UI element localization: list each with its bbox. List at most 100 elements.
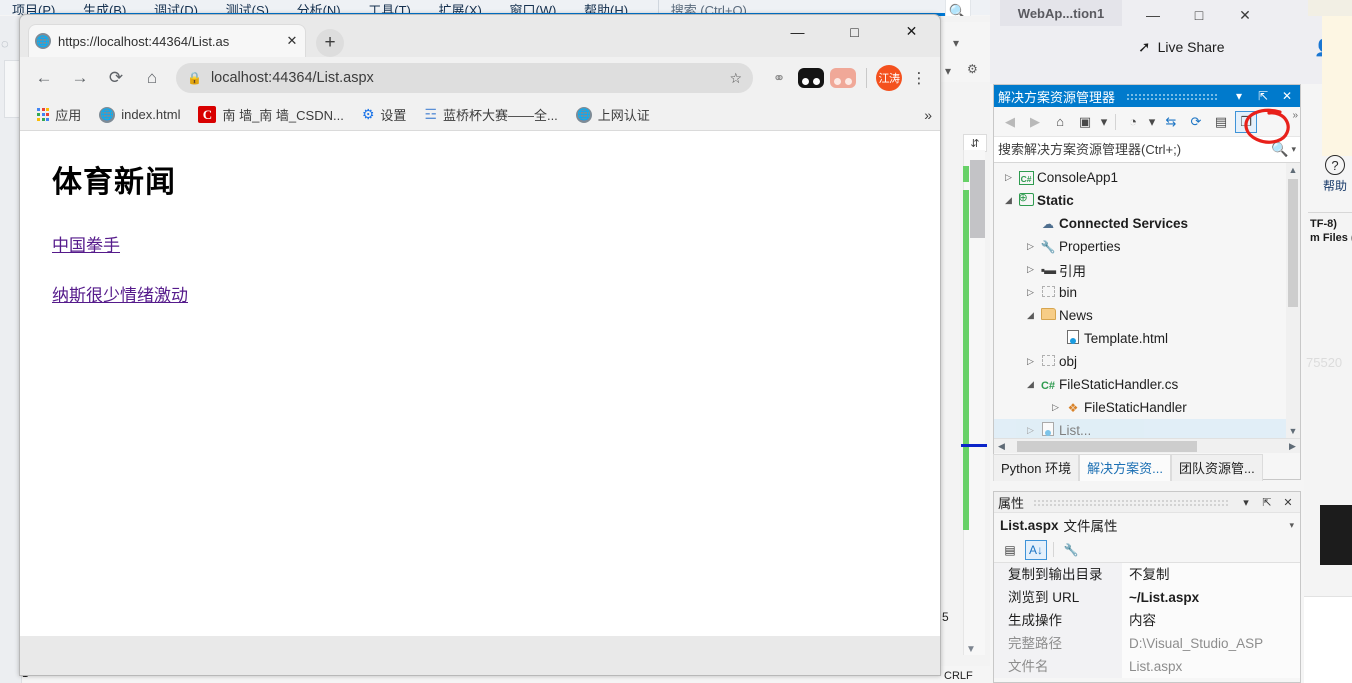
solution-explorer-search[interactable]: 🔍 ▾	[994, 137, 1300, 163]
maximize-button[interactable]: □	[826, 15, 883, 48]
forward-icon[interactable]: ▶	[1024, 111, 1046, 133]
tree-item-references[interactable]: ▷ ▪▬ 引用	[994, 258, 1300, 281]
new-tab-button[interactable]: +	[316, 29, 344, 57]
pin-icon[interactable]: ⇱	[1259, 496, 1275, 509]
tree-item-filestatichandler-cs[interactable]: ◢ C# FileStaticHandler.cs	[994, 373, 1300, 396]
vs-maximize-button[interactable]: □	[1176, 0, 1222, 30]
tree-item-list-aspx[interactable]: ▷ List...	[994, 419, 1300, 438]
properties-object-selector[interactable]: List.aspx 文件属性 ▾	[994, 513, 1300, 537]
vs-close-button[interactable]: ✕	[1222, 0, 1268, 30]
property-value[interactable]: 不复制	[1122, 563, 1300, 586]
pending-changes-icon[interactable]: ◔	[1122, 111, 1144, 133]
property-value[interactable]: ~/List.aspx	[1122, 586, 1300, 609]
bookmark-apps[interactable]: 应用	[30, 102, 88, 127]
property-row[interactable]: 文件名 List.aspx	[994, 655, 1300, 678]
tree-vertical-scrollbar[interactable]: ▲ ▼	[1286, 163, 1300, 438]
chrome-menu-icon[interactable]: ⋮	[906, 71, 932, 86]
tab-solution-explorer[interactable]: 解决方案资...	[1079, 454, 1171, 481]
search-icon[interactable]: 🔍	[1268, 141, 1291, 158]
filter-icon[interactable]: ▾	[945, 64, 951, 78]
vs-minimize-button[interactable]: —	[1130, 0, 1176, 30]
preview-selected-items-icon[interactable]: ❐	[1235, 110, 1257, 133]
tree-item-template-html[interactable]: Template.html	[994, 327, 1300, 350]
expander-icon[interactable]: ▷	[1024, 356, 1037, 367]
bookmark-star-icon[interactable]: ☆	[729, 70, 742, 87]
bookmark-index-html[interactable]: 🌐 index.html	[92, 104, 187, 126]
chevron-down-icon[interactable]: ▾	[1289, 520, 1294, 531]
panel-dropdown-button[interactable]: ▾	[1238, 496, 1254, 509]
scroll-thumb[interactable]	[1288, 179, 1298, 307]
tree-item-filestatichandler-class[interactable]: ▷ ❖ FileStaticHandler	[994, 396, 1300, 419]
bookmarks-overflow-icon[interactable]: »	[924, 107, 932, 123]
expander-icon[interactable]: ◢	[1024, 379, 1037, 390]
sync-with-document-icon[interactable]: ⇆	[1160, 111, 1182, 133]
chevron-down-icon[interactable]: ▾	[1099, 111, 1109, 133]
tree-horizontal-scrollbar[interactable]: ◀ ▶	[994, 438, 1300, 453]
show-all-files-icon[interactable]: ▤	[1210, 111, 1232, 133]
live-share-button[interactable]: ➚ Live Share	[1138, 38, 1225, 56]
tree-item-obj[interactable]: ▷ obj	[994, 350, 1300, 373]
tab-python-environments[interactable]: Python 环境	[993, 454, 1080, 481]
property-value[interactable]: 内容	[1122, 609, 1300, 632]
home-icon[interactable]: ⌂	[136, 62, 168, 94]
drag-handle-dots[interactable]	[1033, 498, 1229, 506]
news-link-1[interactable]: 中国拳手	[52, 231, 940, 256]
close-button[interactable]: ✕	[883, 15, 940, 48]
drag-handle-dots[interactable]	[1126, 92, 1219, 100]
minimize-button[interactable]: —	[769, 15, 826, 48]
hscroll-thumb[interactable]	[1017, 440, 1197, 452]
toolbar-overflow-icon[interactable]: »	[1292, 110, 1298, 121]
back-icon[interactable]: ◀	[999, 111, 1021, 133]
tree-item-news[interactable]: ◢ News	[994, 304, 1300, 327]
extension-pink-icon[interactable]	[829, 64, 857, 92]
tree-item-connected-services[interactable]: ☁ Connected Services	[994, 212, 1300, 235]
tree-item-bin[interactable]: ▷ bin	[994, 281, 1300, 304]
collapse-all-icon[interactable]: ▣	[1074, 111, 1096, 133]
pin-icon[interactable]: ⇱	[1254, 89, 1272, 103]
property-row[interactable]: 完整路径 D:\Visual_Studio_ASP	[994, 632, 1300, 655]
extension-chain-icon[interactable]: ⚭	[765, 64, 793, 92]
editor-scroll-thumb[interactable]	[970, 160, 985, 238]
property-row[interactable]: 生成操作 内容	[994, 609, 1300, 632]
property-row[interactable]: 浏览到 URL ~/List.aspx	[994, 586, 1300, 609]
gear-icon[interactable]: ⚙	[967, 62, 978, 76]
help-launcher[interactable]: ? 帮助	[1318, 155, 1352, 211]
scroll-right-arrow[interactable]: ▶	[1285, 441, 1300, 452]
scroll-down-arrow[interactable]: ▼	[966, 644, 976, 655]
reload-icon[interactable]: ⟳	[100, 62, 132, 94]
scroll-up-arrow[interactable]: ▲	[1286, 163, 1300, 177]
expander-icon[interactable]: ◢	[1024, 310, 1037, 321]
tab-team-explorer[interactable]: 团队资源管...	[1170, 454, 1263, 481]
chevron-down-icon[interactable]: ▾	[1147, 111, 1157, 133]
bookmark-csdn[interactable]: C 南 墙_南 墙_CSDN...	[191, 102, 350, 127]
tree-item-properties[interactable]: ▷ 🔧 Properties	[994, 235, 1300, 258]
categorized-view-icon[interactable]: ▤	[999, 540, 1021, 560]
address-bar[interactable]: 🔒 localhost:44364/List.aspx ☆	[176, 63, 753, 93]
back-icon[interactable]: ←	[28, 62, 60, 94]
close-icon[interactable]: ✕	[1278, 89, 1296, 103]
expander-icon[interactable]: ▷	[1049, 402, 1062, 413]
expander-icon[interactable]: ▷	[1024, 425, 1037, 436]
vs-left-dock-tool[interactable]	[4, 60, 20, 118]
expander-icon[interactable]: ◢	[1002, 195, 1015, 206]
avatar[interactable]: 江涛	[876, 65, 902, 91]
tree-item-static[interactable]: ◢ Static	[994, 189, 1300, 212]
scroll-down-arrow[interactable]: ▼	[1286, 424, 1300, 438]
bookmark-settings[interactable]: ⚙ 设置	[355, 102, 414, 127]
alphabetical-view-icon[interactable]: A↓	[1025, 539, 1047, 560]
scroll-left-arrow[interactable]: ◀	[994, 441, 1009, 452]
close-icon[interactable]: ✕	[285, 33, 299, 49]
refresh-icon[interactable]: ⟳	[1185, 111, 1207, 133]
bookmark-network-auth[interactable]: 🌐 上网认证	[569, 102, 657, 127]
home-icon[interactable]: ⌂	[1049, 111, 1071, 133]
chevron-down-icon[interactable]: ▾	[953, 36, 959, 50]
expander-icon[interactable]: ▷	[1024, 241, 1037, 252]
extension-dark-icon[interactable]	[797, 64, 825, 92]
bookmark-lanqiao[interactable]: ☲ 蓝桥杯大赛——全...	[417, 102, 564, 127]
property-value[interactable]: List.aspx	[1122, 655, 1300, 678]
chevron-down-icon[interactable]: ▾	[1291, 144, 1296, 155]
property-row[interactable]: 复制到输出目录 不复制	[994, 563, 1300, 586]
property-value[interactable]: D:\Visual_Studio_ASP	[1122, 632, 1300, 655]
close-icon[interactable]: ✕	[1280, 496, 1296, 509]
expander-icon[interactable]: ▷	[1024, 264, 1037, 275]
